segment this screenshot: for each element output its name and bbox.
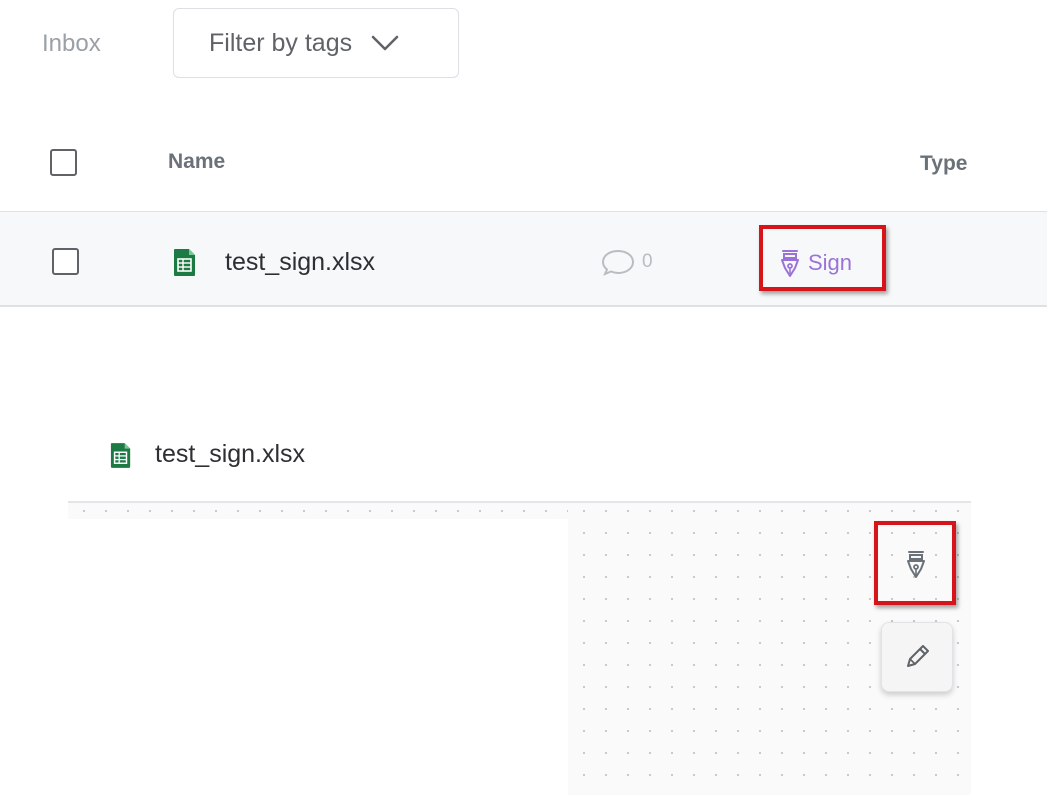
- column-header-name[interactable]: Name: [168, 150, 225, 174]
- file-name-link[interactable]: test_sign.xlsx: [225, 248, 375, 277]
- document-page: [68, 519, 568, 795]
- column-header-type[interactable]: Type: [920, 152, 967, 176]
- row-checkbox[interactable]: [52, 248, 79, 275]
- comment-bubble-icon: [601, 249, 635, 276]
- sign-button[interactable]: Sign: [776, 248, 852, 278]
- select-all-checkbox[interactable]: [50, 149, 77, 176]
- pen-nib-sign-icon: [781, 250, 799, 277]
- edit-tool-button[interactable]: [881, 622, 953, 692]
- filter-by-tags-dropdown[interactable]: Filter by tags: [173, 8, 459, 78]
- inbox-label: Inbox: [42, 30, 101, 57]
- pencil-icon: [907, 645, 929, 667]
- sign-button-label: Sign: [808, 250, 853, 275]
- spreadsheet-file-icon: [110, 443, 131, 468]
- page: Inbox Filter by tags Name Type test_sign…: [0, 0, 1047, 795]
- table-row[interactable]: test_sign.xlsx 0 Sign: [0, 211, 1047, 307]
- pen-nib-sign-icon[interactable]: [902, 549, 930, 579]
- chevron-down-icon: [371, 35, 399, 51]
- spreadsheet-file-icon: [174, 249, 195, 276]
- filter-dropdown-label: Filter by tags: [209, 28, 353, 57]
- comment-count: 0: [642, 251, 653, 272]
- comments-counter[interactable]: 0: [600, 248, 653, 276]
- preview-file-title: test_sign.xlsx: [155, 440, 306, 468]
